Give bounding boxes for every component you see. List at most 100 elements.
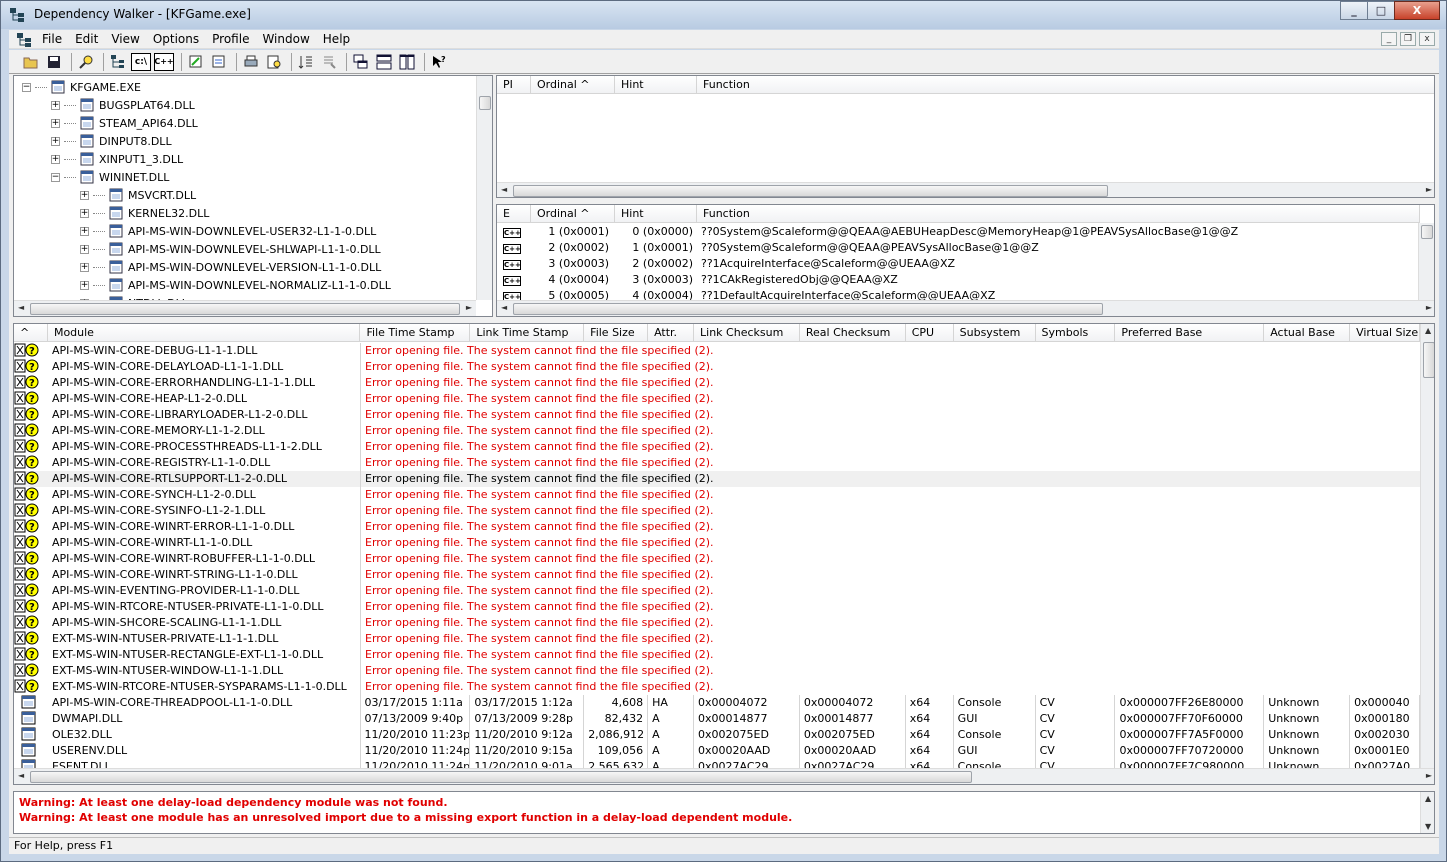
col-hint[interactable]: Hint [615,76,697,94]
column-header[interactable]: Symbols [1036,324,1116,342]
menu-options[interactable]: Options [153,32,199,46]
module-row[interactable]: ? API-MS-WIN-CORE-REGISTRY-L1-1-0.DLL Erro… [14,455,1420,471]
column-header[interactable]: Link Time Stamp [470,324,585,342]
maximize-button[interactable]: □ [1367,1,1395,20]
module-tree[interactable]: − KFGAME.EXE + BUGSPLAT64.DLL + STEAM_API64.D… [13,75,493,317]
menu-view[interactable]: View [111,32,139,46]
expand-toggle-icon[interactable]: + [80,262,89,272]
matching-icon[interactable] [319,53,339,71]
tile-vertical-icon[interactable] [397,53,417,71]
mdi-minimize-button[interactable]: _ [1381,32,1397,46]
col-ordinal[interactable]: Ordinal ^ [531,205,615,223]
col-pi[interactable]: PI [497,76,531,94]
module-row[interactable]: ? API-MS-WIN-RTCORE-NTUSER-PRIVATE-L1-1-0… [14,599,1420,615]
column-header[interactable]: File Size [584,324,649,342]
tree-node[interactable]: + API-MS-WIN-DOWNLEVEL-VERSION-L1-1-0.DLL [80,258,381,276]
mdi-close-button[interactable]: x [1419,32,1435,46]
close-button[interactable]: X [1394,1,1440,20]
properties-icon[interactable] [264,53,284,71]
module-row[interactable]: ? API-MS-WIN-CORE-WINRT-L1-1-0.DLL Error o… [14,535,1420,551]
column-header[interactable]: Subsystem [954,324,1036,342]
menu-profile[interactable]: Profile [212,32,249,46]
col-function[interactable]: Function [697,205,1420,223]
export-row[interactable]: C++ 2 (0x0002) 1 (0x0001) ??0System@Scalefo… [497,240,1418,256]
module-row[interactable]: ? EXT-MS-WIN-NTUSER-PRIVATE-L1-1-1.DLL Err… [14,631,1420,647]
modules-hscroll[interactable]: ◄ ► [14,768,1434,784]
export-row[interactable]: C++ 4 (0x0004) 3 (0x0003) ??1CAkRegisteredO… [497,272,1418,288]
expand-toggle-icon[interactable]: + [51,136,60,146]
module-row[interactable]: ? API-MS-WIN-CORE-DEBUG-L1-1-1.DLL Error o… [14,343,1420,359]
module-row[interactable]: ? API-MS-WIN-CORE-LIBRARYLOADER-L1-2-0.DL… [14,407,1420,423]
module-row[interactable]: ? API-MS-WIN-SHCORE-SCALING-L1-1-1.DLL Err… [14,615,1420,631]
col-function[interactable]: Function [697,76,1434,94]
log-vscroll[interactable]: ▲ ▼ [1420,792,1434,833]
module-row[interactable]: USERENV.DLL 11/20/2010 11:24p 11/20/2010 9… [14,743,1421,759]
tree-node[interactable]: + BUGSPLAT64.DLL [51,96,195,114]
module-row[interactable]: ? API-MS-WIN-CORE-MEMORY-L1-1-2.DLL Error … [14,423,1420,439]
tree-icon[interactable] [108,53,128,71]
tree-vscroll[interactable] [476,76,492,300]
column-header[interactable]: Real Checksum [800,324,906,342]
log-pane[interactable]: Warning: At least one delay-load depende… [13,791,1435,834]
column-header[interactable]: Virtual Size [1350,324,1420,342]
minimize-button[interactable]: _ [1340,1,1368,20]
title-bar[interactable]: Dependency Walker - [KFGame.exe] _ □ X [1,1,1446,29]
tree-node[interactable]: + API-MS-WIN-DOWNLEVEL-NORMALIZ-L1-1-0.DL… [80,276,391,294]
menu-window[interactable]: Window [262,32,309,46]
expand-toggle-icon[interactable]: + [80,244,89,254]
mdi-restore-button[interactable]: ❐ [1400,32,1416,46]
module-row[interactable]: API-MS-WIN-CORE-THREADPOOL-L1-1-0.DLL 03/… [14,695,1421,711]
module-list[interactable]: ^ Module File Time Stamp Link Time Stamp Fil… [13,323,1435,785]
column-header[interactable]: Attr. [648,324,695,342]
module-row[interactable]: ? API-MS-WIN-CORE-RTLSUPPORT-L1-2-0.DLL Er… [14,471,1420,487]
tree-node[interactable]: − WININET.DLL [51,168,169,186]
module-row[interactable]: ? API-MS-WIN-EVENTING-PROVIDER-L1-1-0.DLL… [14,583,1420,599]
module-row[interactable]: ? API-MS-WIN-CORE-SYNCH-L1-2-0.DLL Error o… [14,487,1420,503]
module-row[interactable]: ? API-MS-WIN-CORE-WINRT-ERROR-L1-1-0.DLL E… [14,519,1420,535]
column-header[interactable]: CPU [906,324,954,342]
menu-help[interactable]: Help [323,32,350,46]
col-e[interactable]: E [497,205,531,223]
module-row[interactable]: ? EXT-MS-WIN-NTUSER-RECTANGLE-EXT-L1-1-0.… [14,647,1420,663]
parent-imports-list[interactable]: PI Ordinal ^ Hint Function ◄ ► [496,75,1435,198]
module-row[interactable]: DWMAPI.DLL 07/13/2009 9:40p 07/13/2009 9:2… [14,711,1421,727]
tree-node[interactable]: + API-MS-WIN-DOWNLEVEL-USER32-L1-1-0.DLL [80,222,376,240]
col-hint[interactable]: Hint [615,205,697,223]
module-row[interactable]: ? API-MS-WIN-CORE-DELAYLOAD-L1-1-1.DLL Err… [14,359,1420,375]
menu-edit[interactable]: Edit [75,32,98,46]
save-icon[interactable] [44,53,64,71]
find-icon[interactable] [76,53,96,71]
module-row[interactable]: ? API-MS-WIN-CORE-SYSINFO-L1-2-1.DLL Error… [14,503,1420,519]
export-row[interactable]: C++ 3 (0x0003) 2 (0x0002) ??1AcquireInterfa… [497,256,1418,272]
expand-toggle-icon[interactable]: + [51,154,60,164]
module-row[interactable]: ? API-MS-WIN-CORE-PROCESSTHREADS-L1-1-2.D… [14,439,1420,455]
print-icon[interactable] [241,53,261,71]
tree-node[interactable]: + XINPUT1_3.DLL [51,150,183,168]
module-row[interactable]: OLE32.DLL 11/20/2010 11:23p 11/20/2010 9:1… [14,727,1421,743]
column-header[interactable]: Module [48,324,361,342]
module-row[interactable]: ? API-MS-WIN-CORE-HEAP-L1-2-0.DLL Error op… [14,391,1420,407]
tree-hscroll[interactable]: ◄ ► [14,300,476,316]
fullpath-button[interactable]: c:\ [131,52,151,71]
tree-node[interactable]: + DINPUT8.DLL [51,132,172,150]
cascade-icon[interactable] [351,53,371,71]
undecorate-button[interactable]: C++ [154,52,174,71]
tree-node[interactable]: + KERNEL32.DLL [80,204,209,222]
tree-node[interactable]: + API-MS-WIN-DOWNLEVEL-SHLWAPI-L1-1-0.DLL [80,240,381,258]
expand-toggle-icon[interactable]: + [51,118,60,128]
modules-vscroll[interactable]: ▲ [1420,324,1434,768]
expand-toggle-icon[interactable]: + [51,100,60,110]
open-icon[interactable] [21,53,41,71]
column-header[interactable]: ^ [14,324,48,342]
help-icon[interactable]: ? [429,53,449,71]
column-header[interactable]: Link Checksum [694,324,800,342]
expand-toggle-icon[interactable]: + [80,208,89,218]
col-ordinal[interactable]: Ordinal ^ [531,76,615,94]
tree-node[interactable]: + STEAM_API64.DLL [51,114,198,132]
expand-toggle-icon[interactable]: + [80,226,89,236]
column-header[interactable]: Preferred Base [1115,324,1265,342]
exports-hscroll[interactable]: ◄ ► [497,300,1434,316]
menu-file[interactable]: File [42,32,62,46]
column-header[interactable]: File Time Stamp [360,324,471,342]
expand-toggle-icon[interactable]: − [22,82,31,92]
